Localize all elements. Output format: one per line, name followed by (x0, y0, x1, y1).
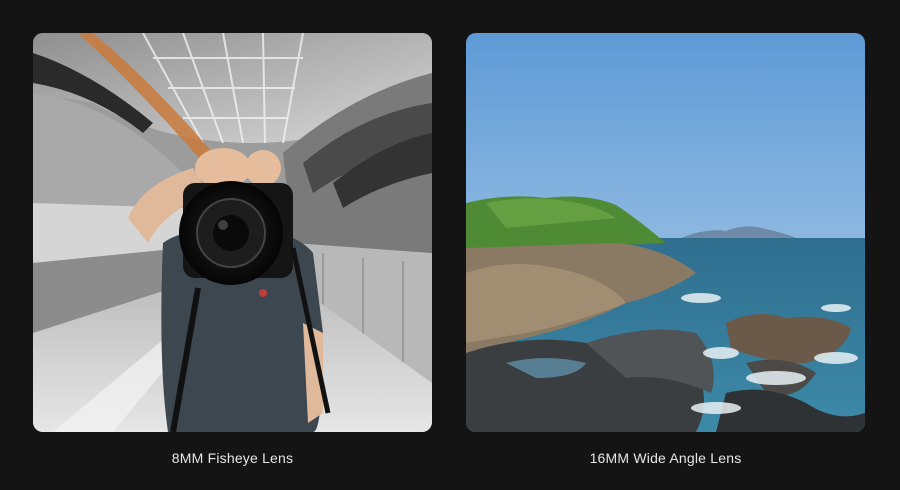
fisheye-caption: 8MM Fisheye Lens (171, 450, 294, 466)
coastline-illustration (466, 33, 865, 432)
wide-angle-caption: 16MM Wide Angle Lens (589, 450, 742, 466)
fisheye-illustration (33, 33, 432, 432)
wide-angle-photo (466, 33, 865, 432)
fisheye-photo (33, 33, 432, 432)
